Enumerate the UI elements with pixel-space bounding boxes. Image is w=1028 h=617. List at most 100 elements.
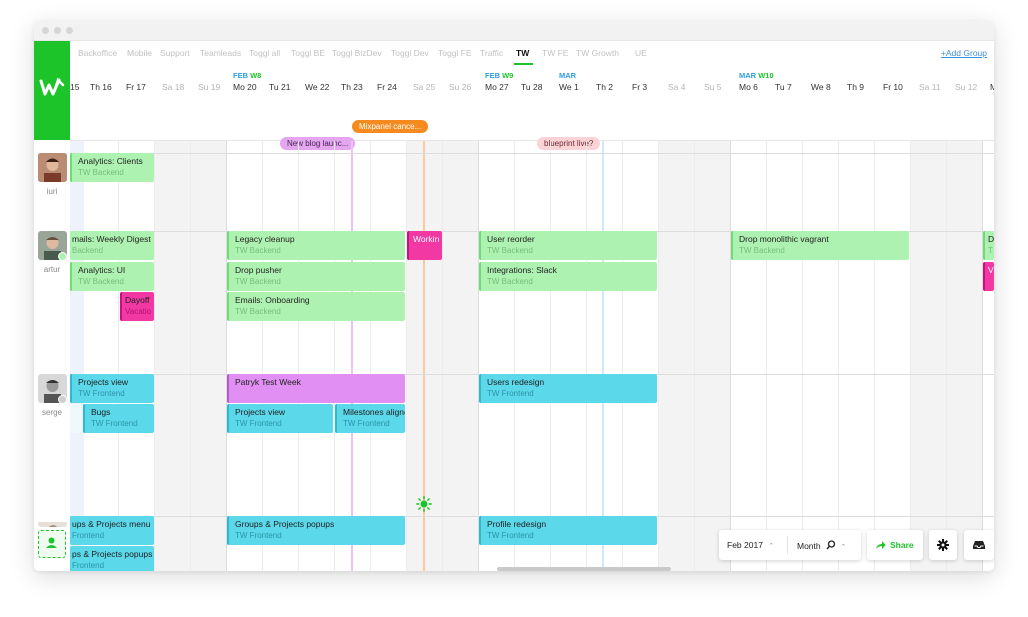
day-label: Th 16	[90, 82, 112, 92]
tab-toggl-fe[interactable]: Toggl FE	[438, 48, 472, 58]
task-title: mails: Weekly Digest	[72, 234, 151, 244]
task-project: TW Backend	[739, 246, 785, 255]
day-label: Sa 25	[413, 82, 436, 92]
avatar-partial[interactable]	[38, 518, 67, 527]
zoom-icon	[826, 540, 836, 550]
group-tabs: Backoffice Mobile Support Teamleads Togg…	[70, 41, 994, 65]
inbox-icon	[973, 541, 985, 549]
tab-tw-fe[interactable]: TW FE	[542, 48, 568, 58]
task-title: Emails: Onboarding	[235, 295, 310, 305]
task-bar[interactable]: Users redesign TW Frontend	[479, 374, 657, 403]
inbox-button[interactable]	[964, 530, 994, 560]
task-bar[interactable]: mails: Weekly Digest Backend	[70, 231, 154, 260]
task-title: Analytics: UI	[78, 265, 126, 275]
zoom-label: Month	[797, 541, 821, 551]
task-bar[interactable]: ups & Projects menu Frontend	[70, 516, 154, 545]
task-bar[interactable]: Groups & Projects popups TW Frontend	[227, 516, 405, 545]
sun-icon[interactable]	[416, 496, 432, 512]
tab-teamleads[interactable]: Teamleads	[200, 48, 241, 58]
tab-mobile[interactable]: Mobile	[127, 48, 152, 58]
task-bar[interactable]: Legacy cleanup TW Backend	[227, 231, 405, 260]
task-bar[interactable]: V	[983, 262, 994, 291]
tab-toggl-bizdev[interactable]: Toggl BizDev	[332, 48, 382, 58]
share-button[interactable]: Share	[867, 530, 923, 560]
app-window: Backoffice Mobile Support Teamleads Togg…	[34, 21, 994, 571]
task-bar[interactable]: Workin	[407, 231, 442, 260]
share-arrow-icon	[876, 541, 886, 549]
user-status-badge	[58, 252, 67, 261]
task-bar[interactable]: Drop pusher TW Backend	[227, 262, 405, 291]
milestone-line-blog	[351, 141, 353, 571]
task-bar[interactable]: Integrations: Slack TW Backend	[479, 262, 657, 291]
window-titlebar	[34, 21, 994, 41]
task-bar[interactable]: Projects view TW Frontend	[227, 404, 333, 433]
horizontal-scrollbar[interactable]	[497, 567, 671, 571]
task-bar[interactable]: Projects view TW Frontend	[70, 374, 154, 403]
date-label: Feb 2017	[727, 540, 763, 550]
tab-backoffice[interactable]: Backoffice	[78, 48, 117, 58]
task-bar[interactable]: User reorder TW Backend	[479, 231, 657, 260]
task-bar[interactable]: ps & Projects popups Frontend	[70, 546, 154, 571]
task-title: D	[988, 234, 994, 244]
tab-support[interactable]: Support	[160, 48, 190, 58]
task-bar[interactable]: Analytics: Clients TW Backend	[70, 153, 154, 182]
task-bar[interactable]: Patryk Test Week	[227, 374, 405, 403]
task-title: Integrations: Slack	[487, 265, 557, 275]
task-bar[interactable]: Drop monolithic vagrant TW Backend	[731, 231, 909, 260]
tab-traffic[interactable]: Traffic	[480, 48, 503, 58]
task-project: TW Frontend	[235, 531, 282, 540]
day-label: Fr 3	[632, 82, 648, 92]
add-user-button[interactable]	[38, 530, 66, 558]
task-project: TW Frontend	[78, 389, 125, 398]
milestone-mixpanel[interactable]: Mixpanel cance...	[352, 120, 429, 133]
task-title: Legacy cleanup	[235, 234, 295, 244]
week-label-w10: MAR W10	[739, 71, 774, 80]
month-label-mar: MAR	[559, 71, 577, 80]
task-bar[interactable]: Bugs TW Frontend	[83, 404, 154, 433]
tab-ue[interactable]: UE	[635, 48, 647, 58]
day-label: Su 19	[198, 82, 221, 92]
tab-tw-growth[interactable]: TW Growth	[576, 48, 619, 58]
add-group-link[interactable]: +Add Group	[941, 48, 987, 58]
day-label: Th 23	[341, 82, 363, 92]
day-label: Mo 20	[233, 82, 257, 92]
task-bar[interactable]: Dayoff Vacatio	[120, 292, 154, 321]
task-project: TW Backend	[235, 307, 281, 316]
task-title: Dayoff	[125, 295, 150, 305]
minimize-window-dot[interactable]	[54, 27, 61, 34]
task-bar-fragment[interactable]	[70, 404, 81, 433]
maximize-window-dot[interactable]	[66, 27, 73, 34]
task-project: TW Backend	[235, 277, 281, 286]
avatar-iuri[interactable]	[38, 153, 67, 182]
day-label: Th 2	[596, 82, 614, 92]
task-bar[interactable]: Milestones aligne TW Frontend	[335, 404, 405, 433]
task-project: T	[988, 246, 993, 255]
settings-button[interactable]	[929, 530, 957, 560]
close-window-dot[interactable]	[42, 27, 49, 34]
timeline-grid[interactable]	[70, 141, 994, 571]
app-logo[interactable]	[34, 41, 70, 140]
zoom-selector[interactable]: Month ⌃	[797, 540, 846, 551]
task-title: Drop pusher	[235, 265, 282, 275]
add-user-icon	[46, 537, 57, 548]
task-title: User reorder	[487, 234, 535, 244]
tab-toggl-be[interactable]: Toggl BE	[291, 48, 325, 58]
task-bar[interactable]: D T	[983, 231, 994, 260]
date-picker[interactable]: Feb 2017 ⌃	[727, 540, 774, 550]
tab-tw[interactable]: TW	[516, 48, 529, 58]
task-bar[interactable]: Emails: Onboarding TW Backend	[227, 292, 405, 321]
tab-toggl-dev[interactable]: Toggl Dev	[391, 48, 429, 58]
day-label: Fr 10	[883, 82, 903, 92]
user-status-badge	[58, 395, 67, 404]
tab-toggl-all[interactable]: Toggl all	[249, 48, 280, 58]
task-project: Backend	[72, 246, 104, 255]
task-title: ps & Projects popups	[72, 549, 153, 559]
task-bar[interactable]: Analytics: UI TW Backend	[70, 262, 154, 291]
task-project: TW Backend	[78, 168, 124, 177]
task-title: Groups & Projects popups	[235, 519, 335, 529]
task-bar[interactable]: Profile redesign TW Frontend	[479, 516, 657, 545]
task-project: TW Frontend	[487, 531, 534, 540]
task-title: Analytics: Clients	[78, 156, 143, 166]
day-label: M	[990, 82, 994, 92]
task-title: V	[988, 265, 994, 275]
